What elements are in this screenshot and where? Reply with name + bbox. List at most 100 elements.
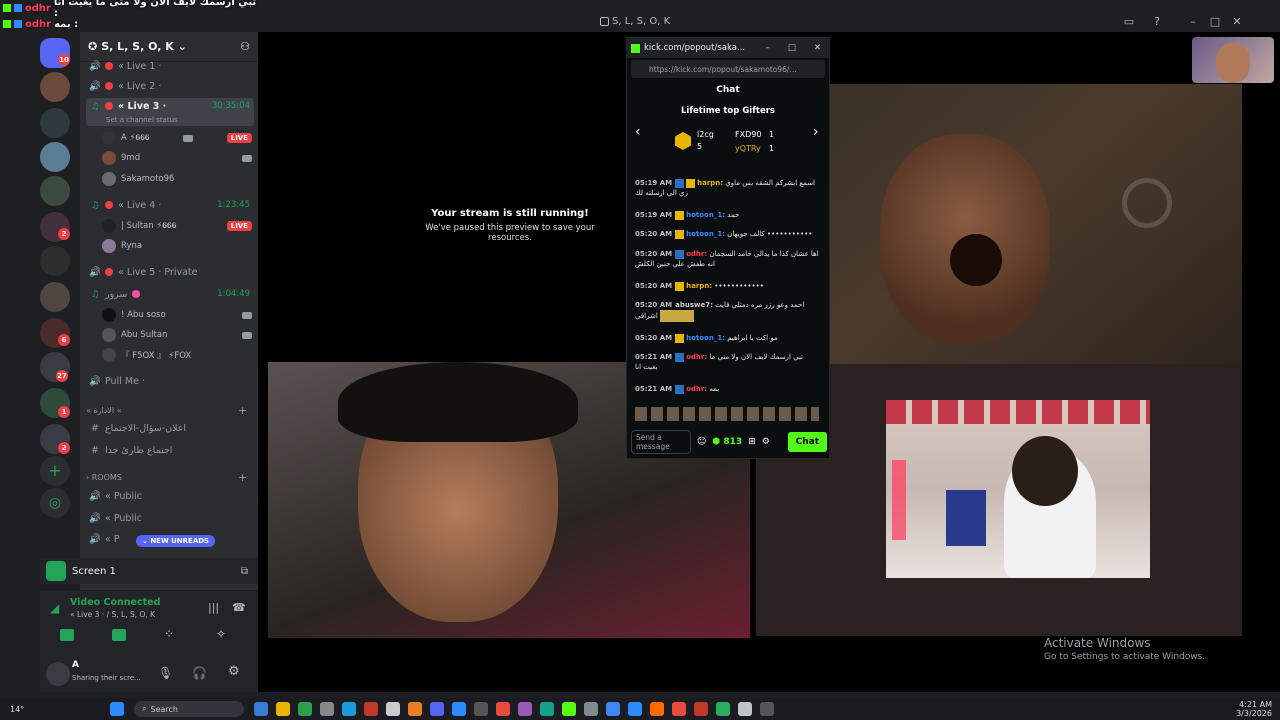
chrome-icon[interactable]: [606, 702, 620, 716]
message-user[interactable]: harpn:: [697, 179, 723, 187]
send-chat-button[interactable]: Chat: [787, 432, 827, 452]
server-icon[interactable]: [40, 142, 70, 172]
maximize-button[interactable]: □: [1208, 15, 1222, 29]
channel-live-2[interactable]: 🔊 « Live 2 ·: [86, 76, 254, 96]
app-icon[interactable]: [452, 702, 466, 716]
app-icon[interactable]: [518, 702, 532, 716]
voice-location[interactable]: « Live 3 · / S, L, S, O, K: [70, 610, 155, 619]
voice-user[interactable]: 『 F5OX 』 ⚡FOX: [102, 345, 252, 365]
url-bar[interactable]: https://kick.com/popout/sakamoto96/...: [631, 60, 825, 78]
explore-icon[interactable]: ◎: [40, 488, 70, 518]
disconnect-icon[interactable]: ☎: [232, 601, 246, 614]
app-icon[interactable]: [694, 702, 708, 716]
signal-icon[interactable]: ◢: [50, 601, 59, 615]
app-icon[interactable]: [342, 702, 356, 716]
category-rooms[interactable]: › ROOMS: [86, 473, 122, 482]
message-user[interactable]: abuswe7:: [675, 301, 713, 309]
channel-status[interactable]: Set a channel status: [106, 116, 178, 124]
channel-live-4[interactable]: ♫ « Live 4 · 1:23:45: [86, 195, 254, 215]
channel-live-5[interactable]: 🔊 « Live 5 · Private: [86, 262, 254, 282]
server-icon[interactable]: [40, 108, 70, 138]
voice-user[interactable]: ! Abu soso: [102, 305, 252, 325]
message-user[interactable]: harpn:: [686, 282, 712, 290]
activities-button[interactable]: ⁘: [164, 627, 174, 641]
voice-user[interactable]: A ⚡𝟔𝟔𝟔 LIVE: [102, 128, 252, 148]
chat-input[interactable]: Send a message: [631, 430, 691, 454]
channel-sroor[interactable]: ♫ سرور 1:04:49: [86, 284, 254, 304]
add-member-icon[interactable]: ⚇: [240, 40, 250, 53]
category-admin[interactable]: « الادارة «: [86, 406, 122, 415]
settings-gear-icon[interactable]: ⚙: [228, 664, 240, 679]
message-user[interactable]: hotoon_1:: [686, 211, 725, 219]
message-user[interactable]: hotoon_1:: [686, 334, 725, 342]
minimize-button[interactable]: –: [1186, 15, 1200, 29]
noise-suppression-icon[interactable]: |||: [208, 601, 219, 614]
start-icon[interactable]: [110, 702, 124, 716]
close-button[interactable]: ✕: [814, 43, 821, 53]
server-icon[interactable]: [40, 176, 70, 206]
server-icon[interactable]: [40, 282, 70, 312]
channel-admin-1[interactable]: # اعلان-سؤال-الاجتماع: [86, 418, 254, 438]
message-user[interactable]: odhr:: [686, 385, 707, 393]
chevron-left-icon[interactable]: ‹: [635, 124, 641, 140]
voice-user[interactable]: | Sultan ⚡𝟔𝟔𝟔 LIVE: [102, 216, 252, 236]
channel-admin-2[interactable]: # اجتماع طارئ جدا: [86, 440, 254, 460]
gift-icon[interactable]: ⊞: [748, 437, 756, 447]
channel-live-1[interactable]: 🔊 « Live 1 ·: [86, 56, 254, 76]
emoji-icon[interactable]: ☺: [697, 437, 706, 447]
app-icon[interactable]: [408, 702, 422, 716]
app-icon[interactable]: [254, 702, 268, 716]
server-icon[interactable]: [40, 72, 70, 102]
emote-bar[interactable]: [635, 407, 819, 421]
maximize-button[interactable]: □: [788, 43, 796, 53]
voice-status[interactable]: Video Connected: [70, 597, 160, 608]
app-icon[interactable]: [386, 702, 400, 716]
popout-icon[interactable]: ⧉: [241, 566, 248, 577]
add-server-icon[interactable]: +: [40, 456, 70, 486]
settings-gear-icon[interactable]: ⚙: [762, 437, 770, 447]
brave-icon[interactable]: [650, 702, 664, 716]
new-unreads-pill[interactable]: ⌄ NEW UNREADS: [136, 535, 216, 547]
server-icon[interactable]: [40, 246, 70, 276]
channel-public-2[interactable]: 🔊 « Public: [86, 508, 254, 528]
self-view-tile[interactable]: [1192, 37, 1274, 83]
weather-temp[interactable]: 14°: [10, 705, 40, 714]
message-user[interactable]: odhr:: [686, 353, 707, 361]
voice-user[interactable]: Abu Sultan: [102, 325, 252, 345]
soundboard-button[interactable]: ✧: [216, 627, 226, 641]
user-name[interactable]: A: [72, 660, 79, 670]
message-user[interactable]: odhr:: [686, 250, 707, 258]
app-icon[interactable]: [298, 702, 312, 716]
app-icon[interactable]: [496, 702, 510, 716]
voice-user[interactable]: 9md: [102, 148, 252, 168]
headphones-icon[interactable]: 🎧: [192, 666, 207, 680]
close-button[interactable]: ✕: [1230, 15, 1244, 29]
voice-user[interactable]: Sakamoto96: [102, 169, 252, 189]
discord-icon[interactable]: [430, 702, 444, 716]
minimize-button[interactable]: –: [766, 43, 770, 53]
channel-pull-me[interactable]: 🔊 Pull Me ·: [86, 371, 254, 391]
message-user[interactable]: hotoon_1:: [686, 230, 725, 238]
app-icon[interactable]: [628, 702, 642, 716]
app-icon[interactable]: [540, 702, 554, 716]
channel-public-1[interactable]: 🔊 « Public: [86, 486, 254, 506]
file-explorer-icon[interactable]: [276, 702, 290, 716]
screen-share-panel[interactable]: Screen 1 ⧉: [40, 558, 258, 584]
app-icon[interactable]: [364, 702, 378, 716]
app-icon[interactable]: [320, 702, 334, 716]
share-screen-button[interactable]: [112, 629, 126, 641]
help-icon[interactable]: ?: [1150, 15, 1164, 29]
inbox-icon[interactable]: ▭: [1122, 15, 1136, 29]
clock[interactable]: 4:21 AM 3/3/2026: [1236, 700, 1272, 718]
voice-user[interactable]: Ryna: [102, 236, 252, 256]
add-channel-icon[interactable]: +: [238, 471, 247, 484]
camera-button[interactable]: [60, 629, 74, 641]
points-display[interactable]: ⬢ 813: [712, 437, 742, 447]
video-tile-camera[interactable]: [830, 84, 1242, 412]
taskbar-search[interactable]: ⌕ Search: [134, 701, 244, 717]
avatar[interactable]: [46, 662, 70, 686]
app-icon[interactable]: [738, 702, 752, 716]
app-icon[interactable]: [584, 702, 598, 716]
chevron-right-icon[interactable]: ›: [813, 124, 819, 140]
add-channel-icon[interactable]: +: [238, 404, 247, 417]
